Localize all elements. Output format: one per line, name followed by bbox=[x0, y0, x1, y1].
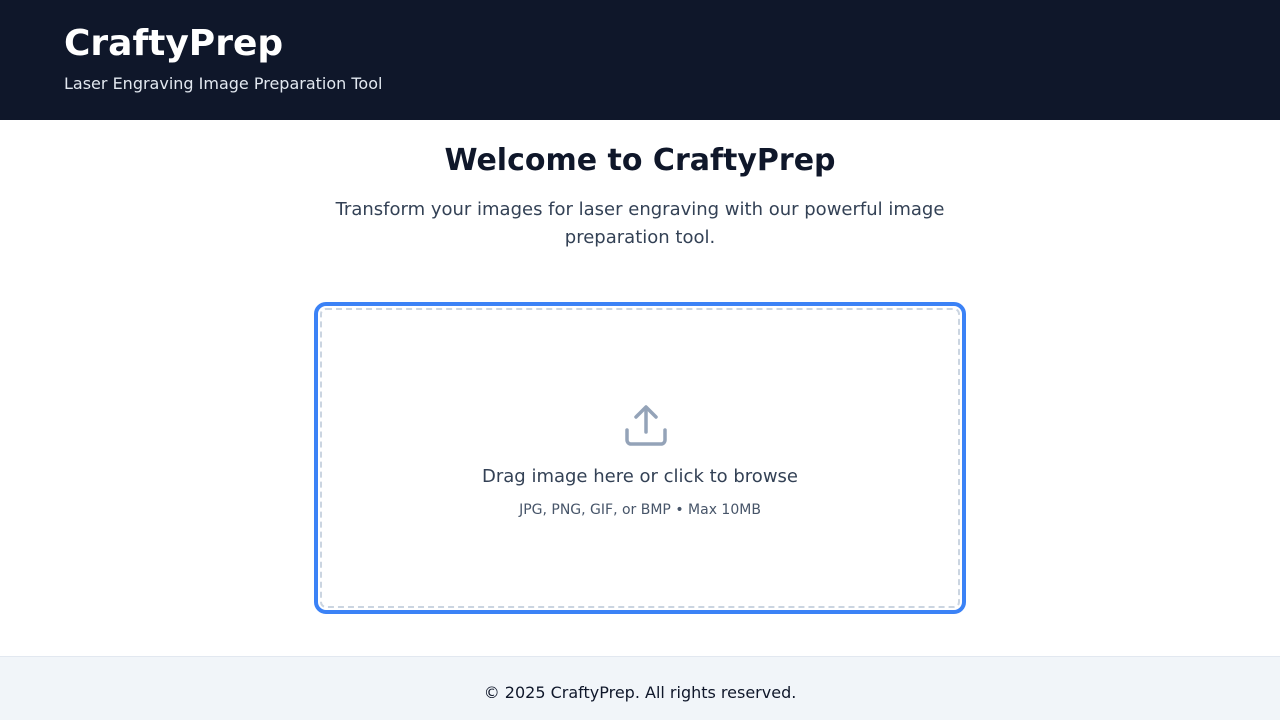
app-header: CraftyPrep Laser Engraving Image Prepara… bbox=[0, 0, 1280, 120]
dropzone-dashed-border: Drag image here or click to browse JPG, … bbox=[320, 308, 960, 608]
app-title: CraftyPrep bbox=[64, 23, 284, 64]
welcome-text: Transform your images for laser engravin… bbox=[335, 199, 945, 248]
dropzone-prompt: Drag image here or click to browse bbox=[482, 466, 798, 487]
welcome-title: Welcome to CraftyPrep bbox=[444, 143, 836, 178]
image-dropzone[interactable]: Drag image here or click to browse JPG, … bbox=[314, 302, 966, 614]
app-footer: © 2025 CraftyPrep. All rights reserved. bbox=[0, 656, 1280, 720]
main-content: Welcome to CraftyPrep Transform your ima… bbox=[0, 120, 1280, 656]
dropzone-hint: JPG, PNG, GIF, or BMP • Max 10MB bbox=[519, 502, 761, 518]
copyright-text: © 2025 CraftyPrep. All rights reserved. bbox=[483, 683, 797, 702]
app-subtitle: Laser Engraving Image Preparation Tool bbox=[64, 74, 383, 93]
upload-icon bbox=[625, 405, 667, 446]
